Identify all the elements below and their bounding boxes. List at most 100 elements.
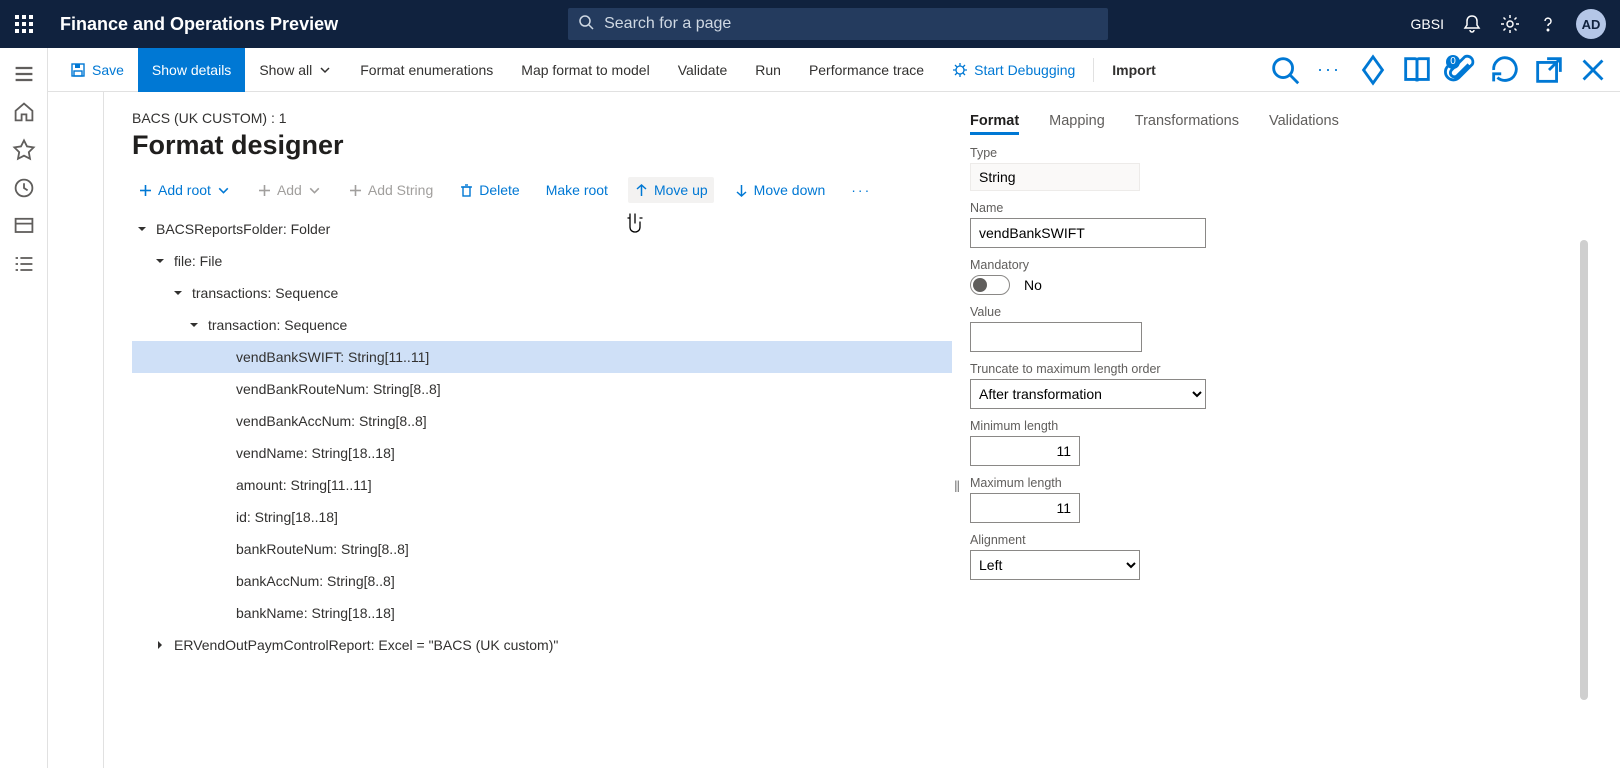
tree-label: BACSReportsFolder: Folder	[156, 221, 330, 237]
name-field[interactable]	[970, 218, 1206, 248]
tree-row[interactable]: transactions: Sequence	[132, 277, 952, 309]
splitter-handle[interactable]: ‖	[952, 480, 962, 496]
tree-caret-icon[interactable]	[154, 255, 166, 267]
refresh-icon[interactable]	[1488, 53, 1522, 87]
tree-row[interactable]: bankName: String[18..18]	[132, 597, 952, 629]
truncate-select[interactable]: After transformation	[970, 379, 1206, 409]
help-icon[interactable]	[1538, 14, 1558, 34]
tree-row[interactable]: vendName: String[18..18]	[132, 437, 952, 469]
minlen-field[interactable]	[970, 436, 1080, 466]
breadcrumb: BACS (UK CUSTOM) : 1	[132, 110, 952, 126]
value-field[interactable]	[970, 322, 1142, 352]
tree-caret-icon[interactable]	[172, 287, 184, 299]
workspaces-icon[interactable]	[12, 214, 36, 238]
run-button[interactable]: Run	[741, 48, 795, 92]
bell-icon[interactable]	[1462, 14, 1482, 34]
scrollbar[interactable]	[1580, 240, 1588, 700]
tree-row[interactable]: bankRouteNum: String[8..8]	[132, 533, 952, 565]
diamond-icon[interactable]	[1356, 53, 1390, 87]
global-header: Finance and Operations Preview Search fo…	[0, 0, 1620, 48]
tree-label: bankName: String[18..18]	[236, 605, 395, 621]
type-label: Type	[970, 146, 1592, 160]
mandatory-value-text: No	[1024, 277, 1042, 293]
gear-icon[interactable]	[1500, 14, 1520, 34]
format-enumerations-button[interactable]: Format enumerations	[346, 48, 507, 92]
search-icon	[578, 14, 604, 35]
map-format-to-model-button[interactable]: Map format to model	[507, 48, 663, 92]
tree-row[interactable]: amount: String[11..11]	[132, 469, 952, 501]
performance-trace-button[interactable]: Performance trace	[795, 48, 938, 92]
tree-caret-icon	[216, 383, 228, 395]
add-root-button[interactable]: Add root	[132, 177, 237, 203]
tree-label: bankAccNum: String[8..8]	[236, 573, 395, 589]
tree-row[interactable]: vendBankRouteNum: String[8..8]	[132, 373, 952, 405]
arrow-down-icon	[734, 183, 749, 198]
home-icon[interactable]	[12, 100, 36, 124]
tab-transformations[interactable]: Transformations	[1135, 110, 1239, 135]
tree-caret-icon[interactable]	[154, 639, 166, 651]
format-tree[interactable]: BACSReportsFolder: Folder file: File trans…	[132, 213, 952, 661]
designer-more-icon[interactable]: ···	[845, 177, 877, 203]
avatar[interactable]: AD	[1576, 9, 1606, 39]
tree-label: bankRouteNum: String[8..8]	[236, 541, 409, 557]
tree-row[interactable]: id: String[18..18]	[132, 501, 952, 533]
tree-caret-icon[interactable]	[136, 223, 148, 235]
page-title: Format designer	[132, 130, 952, 161]
make-root-button[interactable]: Make root	[540, 177, 614, 203]
properties-form: Type String Name Mandatory No Value Trun…	[970, 146, 1592, 580]
tree-row[interactable]: vendBankSWIFT: String[11..11]	[132, 341, 952, 373]
tab-mapping[interactable]: Mapping	[1049, 110, 1105, 135]
popout-icon[interactable]	[1532, 53, 1566, 87]
tree-caret-icon	[216, 607, 228, 619]
save-button[interactable]: Save	[56, 48, 138, 92]
attachments-icon[interactable]: 0	[1444, 53, 1478, 87]
delete-button[interactable]: Delete	[453, 177, 525, 203]
add-button[interactable]: Add	[251, 177, 328, 203]
modules-icon[interactable]	[12, 252, 36, 276]
expand-navigation-icon[interactable]	[12, 62, 36, 86]
tree-label: amount: String[11..11]	[236, 477, 372, 493]
company-picker[interactable]: GBSI	[1411, 16, 1444, 32]
tree-caret-icon	[216, 543, 228, 555]
book-icon[interactable]	[1400, 53, 1434, 87]
commandbar-search-icon[interactable]	[1268, 53, 1302, 87]
tree-row[interactable]: vendBankAccNum: String[8..8]	[132, 405, 952, 437]
tree-caret-icon	[216, 511, 228, 523]
tree-label: transaction: Sequence	[208, 317, 347, 333]
tree-row[interactable]: bankAccNum: String[8..8]	[132, 565, 952, 597]
tree-row[interactable]: file: File	[132, 245, 952, 277]
tree-label: file: File	[174, 253, 222, 269]
close-icon[interactable]	[1576, 53, 1610, 87]
global-search[interactable]: Search for a page	[568, 8, 1108, 40]
tab-format[interactable]: Format	[970, 110, 1019, 135]
align-select[interactable]: Left	[970, 550, 1140, 580]
value-label: Value	[970, 305, 1592, 319]
app-launcher-icon[interactable]	[0, 0, 48, 48]
filter-rail	[48, 92, 104, 768]
tree-caret-icon[interactable]	[188, 319, 200, 331]
show-all-button[interactable]: Show all	[245, 48, 346, 92]
tab-validations[interactable]: Validations	[1269, 110, 1339, 135]
recent-icon[interactable]	[12, 176, 36, 200]
start-debugging-button[interactable]: Start Debugging	[938, 48, 1089, 92]
save-label: Save	[92, 62, 124, 78]
mandatory-toggle[interactable]	[970, 275, 1010, 295]
tree-row[interactable]: transaction: Sequence	[132, 309, 952, 341]
chevron-down-icon	[307, 183, 322, 198]
arrow-up-icon	[634, 183, 649, 198]
favorites-icon[interactable]	[12, 138, 36, 162]
move-down-button[interactable]: Move down	[728, 177, 832, 203]
maxlen-field[interactable]	[970, 493, 1080, 523]
import-button[interactable]: Import	[1098, 48, 1170, 92]
show-details-button[interactable]: Show details	[138, 48, 245, 92]
minlen-label: Minimum length	[970, 419, 1592, 433]
truncate-label: Truncate to maximum length order	[970, 362, 1592, 376]
move-up-button[interactable]: Move up	[628, 177, 714, 203]
properties-tabs: Format Mapping Transformations Validatio…	[970, 110, 1592, 136]
tree-row[interactable]: ERVendOutPaymControlReport: Excel = "BAC…	[132, 629, 952, 661]
tree-row[interactable]: BACSReportsFolder: Folder	[132, 213, 952, 245]
add-string-button[interactable]: Add String	[342, 177, 439, 203]
more-icon[interactable]: ···	[1312, 53, 1346, 87]
validate-button[interactable]: Validate	[664, 48, 742, 92]
chevron-down-icon	[216, 183, 231, 198]
